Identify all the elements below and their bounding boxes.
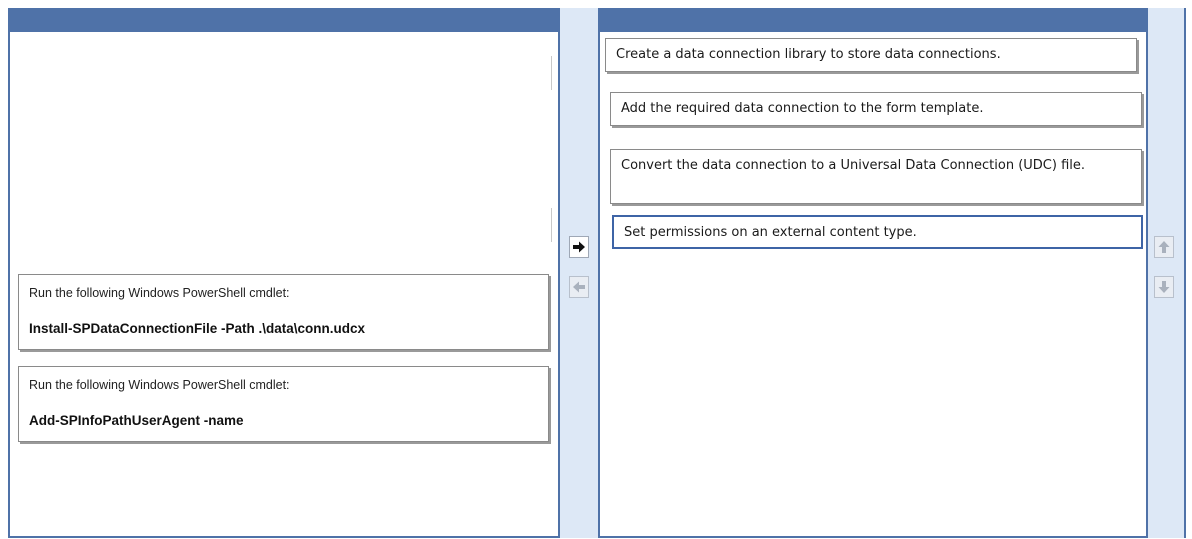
answer-step-text: Create a data connection library to stor…	[616, 47, 1001, 62]
answer-option-install-spdataconnectionfile[interactable]: Run the following Windows PowerShell cmd…	[18, 274, 549, 350]
answer-step-1[interactable]: Create a data connection library to stor…	[605, 38, 1137, 72]
move-up-button[interactable]	[1154, 236, 1174, 258]
option-command-text: Add-SPInfoPathUserAgent -name	[29, 413, 244, 428]
answer-step-text: Convert the data connection to a Univers…	[621, 158, 1086, 173]
option-intro-text: Run the following Windows PowerShell cmd…	[29, 286, 290, 300]
answer-step-3[interactable]: Convert the data connection to a Univers…	[610, 149, 1142, 204]
arrow-down-icon	[1158, 281, 1170, 293]
answer-step-2[interactable]: Add the required data connection to the …	[610, 92, 1142, 126]
answer-step-text: Add the required data connection to the …	[621, 101, 984, 116]
arrow-up-icon	[1158, 241, 1170, 253]
option-command-text: Install-SPDataConnectionFile -Path .\dat…	[29, 321, 366, 336]
arrow-right-icon	[573, 241, 585, 253]
move-left-button[interactable]	[569, 276, 589, 298]
divider-tick	[551, 208, 552, 242]
divider-tick	[551, 56, 552, 90]
answer-step-text: Set permissions on an external content t…	[624, 225, 917, 240]
answer-step-4-selected[interactable]: Set permissions on an external content t…	[612, 215, 1143, 249]
answer-area-header	[600, 10, 1146, 32]
reorder-controls-gutter	[1148, 8, 1186, 538]
move-right-button[interactable]	[569, 236, 589, 258]
move-down-button[interactable]	[1154, 276, 1174, 298]
arrow-left-icon	[573, 281, 585, 293]
answer-pool-panel	[8, 8, 560, 538]
option-intro-text: Run the following Windows PowerShell cmd…	[29, 378, 290, 392]
answer-pool-header	[10, 10, 558, 32]
move-controls-gutter	[560, 8, 598, 538]
answer-area-panel	[598, 8, 1148, 538]
answer-option-add-spinfopathuseragent[interactable]: Run the following Windows PowerShell cmd…	[18, 366, 549, 442]
